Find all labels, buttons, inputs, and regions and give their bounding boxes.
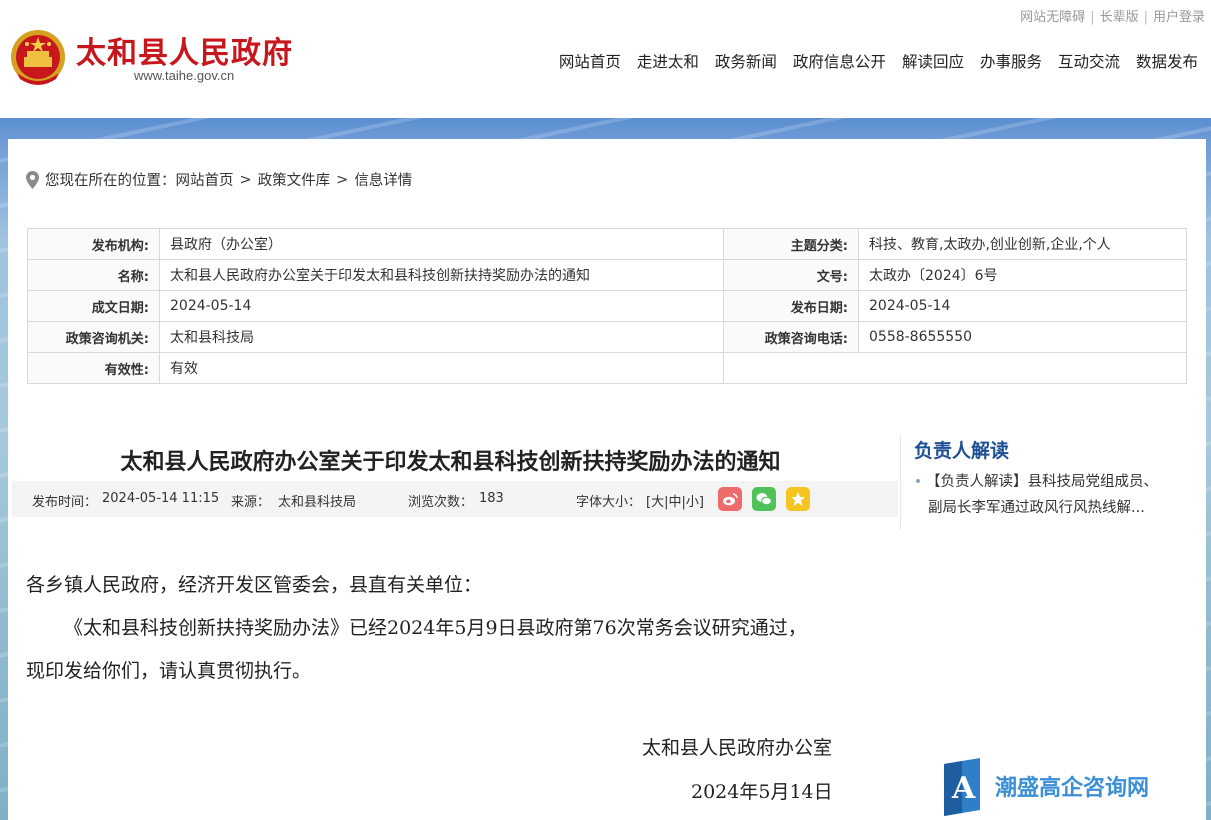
views-label: 浏览次数： [408, 495, 474, 510]
empty-cell [723, 352, 1187, 384]
sidebar-item-line1[interactable]: 【负责人解读】县科技局党组成员、 [926, 474, 1158, 490]
font-size-label: 字体大小： [576, 495, 642, 510]
bullet-icon [916, 478, 920, 483]
table-row: 有效性: 有效 [27, 352, 1187, 384]
label-publisher: 发布机构: [27, 228, 160, 260]
user-login-link[interactable]: 用户登录 [1153, 10, 1205, 25]
favorite-button[interactable] [786, 487, 810, 511]
breadcrumb-current[interactable]: 信息详情 [354, 169, 412, 190]
value-publisher: 县政府（办公室） [159, 228, 724, 260]
views-count: 183 [479, 491, 504, 506]
article-body: 各乡镇人民政府，经济开发区管委会，县直有关单位： 《太和县科技创新扶持奖励办法》… [26, 564, 896, 693]
table-row: 名称: 太和县人民政府办公室关于印发太和县科技创新扶持奖励办法的通知 文号: 太… [27, 259, 1187, 291]
breadcrumb: 您现在所在的位置： 网站首页 > 政策文件库 > 信息详情 [26, 169, 412, 190]
weibo-share-button[interactable] [718, 487, 742, 511]
font-size-switch[interactable]: [大|中|小] [646, 491, 704, 510]
location-pin-icon [26, 170, 39, 189]
nav-item-home[interactable]: 网站首页 [559, 50, 621, 72]
nav-item-info-disclosure[interactable]: 政府信息公开 [793, 50, 886, 72]
nav-item-interaction[interactable]: 互动交流 [1058, 50, 1120, 72]
value-doc-number: 太政办〔2024〕6号 [858, 259, 1187, 291]
value-consult-phone: 0558-8655550 [858, 321, 1187, 353]
site-url: www.taihe.gov.cn [134, 68, 235, 83]
nav-item-services[interactable]: 办事服务 [980, 50, 1042, 72]
site-header: 太和县人民政府 www.taihe.gov.cn 网站无障碍 | 长辈版 | 用户登录 … [0, 0, 1211, 118]
breadcrumb-policy-library[interactable]: 政策文件库 [258, 169, 331, 190]
sidebar-divider [900, 435, 901, 530]
content-panel: 您现在所在的位置： 网站首页 > 政策文件库 > 信息详情 发布机构: 县政府（… [8, 139, 1206, 820]
value-written-date: 2024-05-14 [159, 290, 724, 322]
source-label: 来源： [231, 495, 271, 510]
wechat-icon [756, 493, 772, 506]
publish-time: 2024-05-14 11:15 [102, 491, 220, 506]
wechat-share-button[interactable] [752, 487, 776, 511]
site-title[interactable]: 太和县人民政府 [76, 28, 293, 72]
body-paragraph: 《太和县科技创新扶持奖励办法》已经2024年5月9日县政府第76次常务会议研究通… [64, 617, 807, 639]
label-publish-date: 发布日期: [723, 290, 859, 322]
sidebar-item-line2[interactable]: 副局长李军通过政风行风热线解... [914, 495, 1189, 521]
breadcrumb-separator: > [336, 171, 349, 188]
table-row: 政策咨询机关: 太和县科技局 政策咨询电话: 0558-8655550 [27, 321, 1187, 353]
watermark-letter: A [951, 771, 976, 806]
main-nav: 网站首页 走进太和 政务新闻 政府信息公开 解读回应 办事服务 互动交流 数据发… [543, 50, 1198, 72]
watermark-text: 潮盛高企咨询网 [995, 775, 1150, 801]
source-value: 太和县科技局 [278, 495, 357, 510]
value-validity: 有效 [159, 352, 724, 384]
favorite-icon [791, 492, 805, 506]
sidebar-interpretation-link[interactable]: 【负责人解读】县科技局党组成员、 副局长李军通过政风行风热线解... [914, 469, 1189, 521]
nav-item-interpretation[interactable]: 解读回应 [902, 50, 964, 72]
body-paragraph: 各乡镇人民政府，经济开发区管委会，县直有关单位： [26, 574, 483, 596]
weibo-icon [723, 493, 738, 506]
nav-item-news[interactable]: 政务新闻 [715, 50, 777, 72]
label-topic: 主题分类: [723, 228, 859, 260]
accessibility-link[interactable]: 网站无障碍 [1020, 10, 1085, 25]
breadcrumb-separator: > [239, 171, 252, 188]
value-publish-date: 2024-05-14 [858, 290, 1187, 322]
nav-item-data[interactable]: 数据发布 [1136, 50, 1198, 72]
article-title: 太和县人民政府办公室关于印发太和县科技创新扶持奖励办法的通知 [120, 450, 781, 475]
label-consult-phone: 政策咨询电话: [723, 321, 859, 353]
label-validity: 有效性: [27, 352, 160, 384]
label-name: 名称: [27, 259, 160, 291]
value-topic: 科技、教育,太政办,创业创新,企业,个人 [858, 228, 1187, 260]
national-emblem-icon[interactable] [9, 27, 67, 89]
elder-version-link[interactable]: 长辈版 [1100, 10, 1139, 25]
body-paragraph: 现印发给你们，请认真贯彻执行。 [26, 660, 312, 682]
publish-time-label: 发布时间： [32, 495, 98, 510]
label-written-date: 成文日期: [27, 290, 160, 322]
nav-item-about-taihe[interactable]: 走进太和 [637, 50, 699, 72]
top-links: 网站无障碍 | 长辈版 | 用户登录 [1020, 10, 1205, 25]
signature: 太和县人民政府办公室 [642, 737, 833, 759]
sidebar-title: 负责人解读 [914, 440, 1010, 462]
breadcrumb-prefix: 您现在所在的位置： [45, 173, 176, 189]
table-row: 发布机构: 县政府（办公室） 主题分类: 科技、教育,太政办,创业创新,企业,个… [27, 228, 1187, 260]
label-consult-agency: 政策咨询机关: [27, 321, 160, 353]
value-name: 太和县人民政府办公室关于印发太和县科技创新扶持奖励办法的通知 [159, 259, 724, 291]
breadcrumb-home[interactable]: 网站首页 [176, 169, 234, 190]
value-consult-agency: 太和县科技局 [159, 321, 724, 353]
label-doc-number: 文号: [723, 259, 859, 291]
table-row: 成文日期: 2024-05-14 发布日期: 2024-05-14 [27, 290, 1187, 322]
signature-date: 2024年5月14日 [691, 781, 833, 803]
article-meta-bar: 发布时间： 2024-05-14 11:15 来源： 太和县科技局 浏览次数： … [12, 481, 898, 517]
document-info-table: 发布机构: 县政府（办公室） 主题分类: 科技、教育,太政办,创业创新,企业,个… [27, 228, 1187, 384]
